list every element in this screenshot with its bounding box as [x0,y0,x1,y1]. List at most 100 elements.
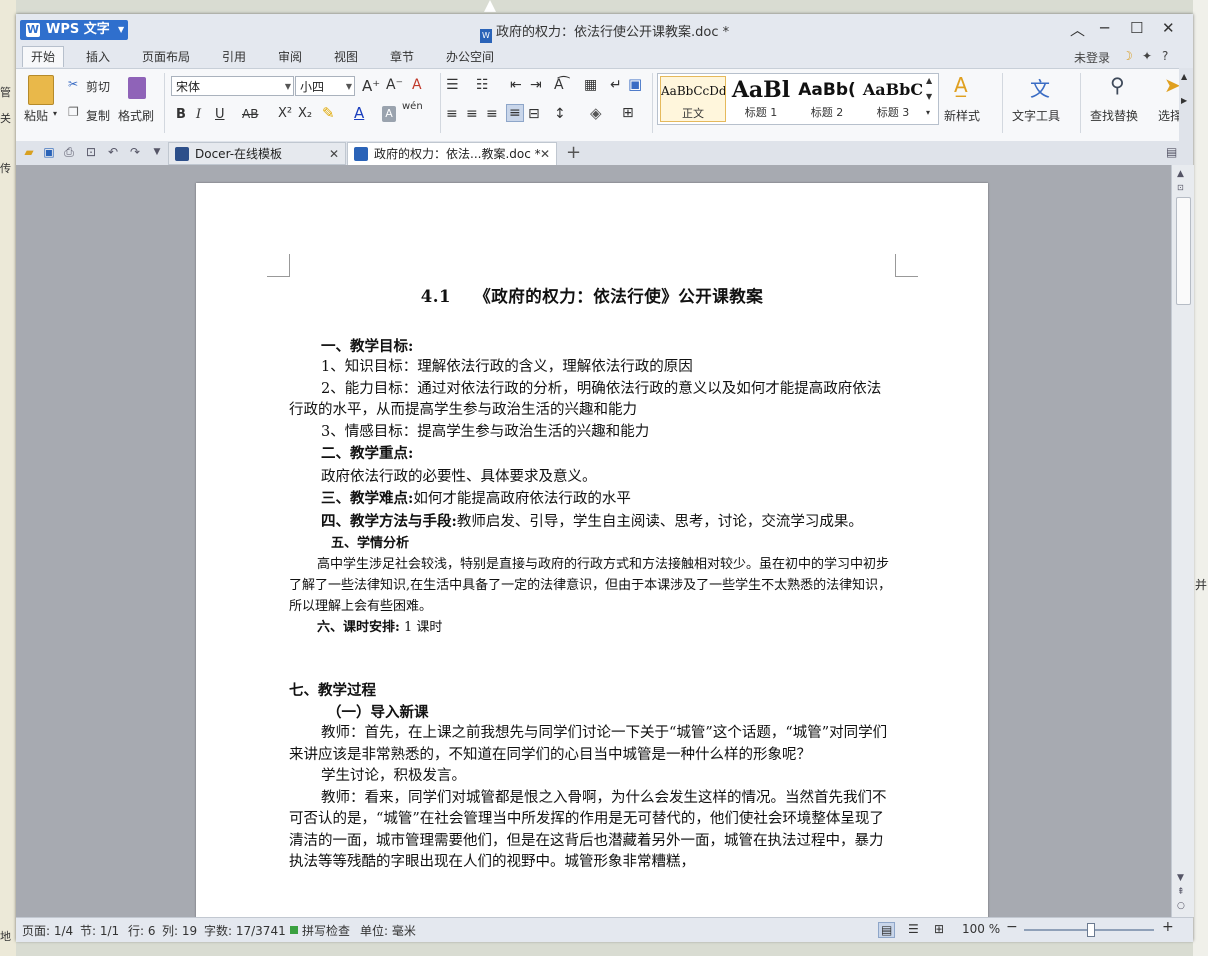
menu-tab-home[interactable]: 开始 [22,46,65,67]
show-hide-icon[interactable]: ▣ [628,75,642,93]
print-preview-icon[interactable]: ⊡ [84,145,98,159]
shirt-icon[interactable]: ✦ [1142,49,1152,63]
browse-object-icon[interactable]: ○ [1177,901,1185,911]
skin-icon[interactable]: ☽ [1122,49,1133,63]
table-border-icon[interactable]: ▦ [584,77,597,93]
phonetic-guide-icon[interactable]: wén [402,101,423,112]
login-status[interactable]: 未登录 [1074,49,1110,66]
tab-docer-templates[interactable]: Docer-在线模板 ✕ [168,142,346,165]
style-heading-2[interactable]: AaBb( 标题 2 [794,76,860,122]
style-heading-1[interactable]: AaBl 标题 1 [728,76,794,122]
prev-page-icon[interactable]: ⇞ [1177,887,1185,897]
redo-icon[interactable]: ↷ [128,145,142,159]
vertical-scrollbar[interactable]: ▲ ⊡ ▼ ⇞ ○ [1171,165,1194,917]
menu-tab-review[interactable]: 审阅 [278,47,302,67]
close-icon[interactable]: ✕ [540,143,550,165]
line-spacing-icon[interactable]: ↕ [554,106,566,122]
window-title: W 政府的权力：依法行使公开课教案.doc * [480,21,729,43]
quick-access-more-icon[interactable]: ▼ [150,145,164,159]
subscript-icon[interactable]: X₂ [298,106,312,121]
font-color-icon[interactable]: A [354,104,364,122]
ruler-toggle-icon[interactable]: ⊡ [1177,183,1184,192]
find-replace-button[interactable]: 查找替换 [1090,107,1138,124]
underline-icon[interactable]: U [215,107,225,122]
bold-icon[interactable]: B [176,107,186,122]
shading-icon[interactable]: ◈ [590,104,602,122]
justify-icon[interactable]: ≡ [506,104,524,122]
menu-tab-chapter[interactable]: 章节 [390,47,414,67]
grow-font-icon[interactable]: A⁺ [362,77,380,95]
gallery-down-icon[interactable]: ▼ [926,92,932,101]
distributed-align-icon[interactable]: ⊟ [528,106,540,122]
italic-icon[interactable]: I [196,107,201,122]
zoom-slider-thumb[interactable] [1087,923,1095,937]
close-icon[interactable]: ✕ [329,143,339,165]
format-painter-button[interactable]: 格式刷 [118,107,154,124]
char-shading-icon[interactable]: A [382,106,396,122]
chevron-up-icon[interactable]: ▲ [1181,72,1187,81]
gallery-up-icon[interactable]: ▲ [926,76,932,85]
status-word-count[interactable]: 字数: 17/3741 [204,922,286,939]
zoom-level[interactable]: 100 % [962,922,1000,936]
save-icon[interactable]: ▣ [42,145,56,159]
gallery-more-icon[interactable]: ▾ [926,108,930,117]
status-unit[interactable]: 单位: 毫米 [360,922,416,939]
align-right-icon[interactable]: ≡ [486,106,498,122]
numbered-list-icon[interactable]: ☷ [476,77,489,93]
align-left-icon[interactable]: ≡ [446,106,458,122]
font-name-select[interactable]: 宋体 ▼ [171,76,294,96]
style-heading-3[interactable]: AaBbC 标题 3 [860,76,926,122]
close-button[interactable]: ✕ [1162,19,1175,37]
outline-view-icon[interactable]: ☰ [908,922,919,936]
document-page[interactable]: 4.1 《政府的权力：依法行使》公开课教案 一、教学目标: 1、知识目标：理解依… [196,183,988,917]
tab-list-icon[interactable]: ▤ [1166,145,1177,159]
borders-icon[interactable]: ⊞ [622,105,634,121]
zoom-in-icon[interactable]: + [1162,919,1174,935]
scroll-up-icon[interactable]: ▲ [1177,169,1184,179]
web-view-icon[interactable]: ⊞ [934,922,944,936]
paste-icon[interactable] [28,75,54,105]
collapse-ribbon-button[interactable]: ︿ [1070,19,1085,40]
cut-button[interactable]: 剪切 [86,78,110,95]
highlight-icon[interactable]: ✎ [322,104,335,122]
menu-tab-insert[interactable]: 插入 [86,47,110,67]
scroll-thumb[interactable] [1176,197,1191,305]
wps-app-menu-button[interactable]: W WPS 文字 ▼ [20,20,128,40]
spellcheck-button[interactable]: 拼写检查 [302,922,350,939]
decrease-indent-icon[interactable]: ⇤ [510,77,522,93]
chinese-layout-icon[interactable]: A͡ [554,77,564,93]
minimize-button[interactable]: ─ [1100,19,1109,37]
paragraph-mark-icon[interactable]: ↵ [610,77,622,93]
zoom-out-icon[interactable]: − [1006,919,1018,935]
menu-tab-office-space[interactable]: 办公空间 [446,47,494,67]
font-size-select[interactable]: 小四 ▼ [295,76,355,96]
text-tools-button[interactable]: 文字工具 [1012,107,1060,124]
page-view-icon[interactable]: ▤ [878,922,896,938]
style-normal[interactable]: AaBbCcDd 正文 [660,76,726,122]
chevron-down-icon[interactable]: ▾ [53,109,57,118]
open-folder-icon[interactable]: ▰ [22,145,36,159]
shrink-font-icon[interactable]: A⁻ [386,77,403,93]
maximize-button[interactable]: ☐ [1130,19,1143,37]
status-page[interactable]: 页面: 1/4 [22,922,73,939]
undo-icon[interactable]: ↶ [106,145,120,159]
new-tab-button[interactable]: + [566,142,581,163]
align-center-icon[interactable]: ≡ [466,106,478,122]
print-icon[interactable]: ⎙ [62,145,76,159]
superscript-icon[interactable]: X² [278,106,292,121]
copy-button[interactable]: 复制 [86,107,110,124]
new-style-button[interactable]: 新样式 [944,107,980,124]
menu-tab-references[interactable]: 引用 [222,47,246,67]
bullet-list-icon[interactable]: ☰ [446,77,459,93]
paste-button[interactable]: 粘贴 [24,107,48,124]
chevron-right-icon[interactable]: ▶ [1181,96,1187,105]
menu-tab-page-layout[interactable]: 页面布局 [142,47,190,67]
menu-tab-view[interactable]: 视图 [334,47,358,67]
scroll-down-icon[interactable]: ▼ [1177,873,1184,883]
clear-format-icon[interactable]: A [412,77,422,93]
help-button[interactable]: ? [1162,49,1168,63]
strikethrough-icon[interactable]: AB [242,107,258,121]
format-painter-icon[interactable] [128,77,146,99]
increase-indent-icon[interactable]: ⇥ [530,77,542,93]
tab-current-document[interactable]: 政府的权力：依法...教案.doc * ✕ [347,142,557,165]
